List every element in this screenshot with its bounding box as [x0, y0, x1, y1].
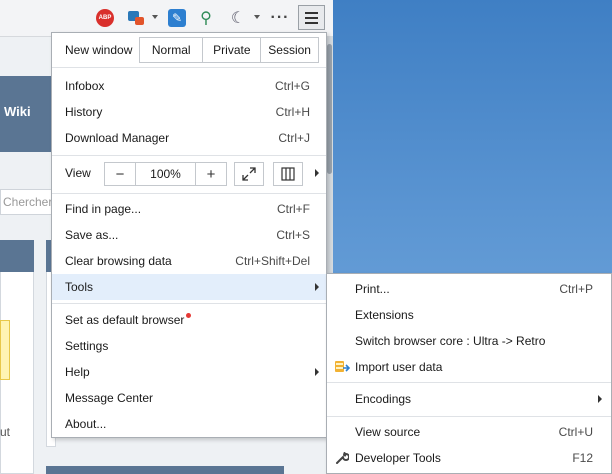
menu-item-save-as[interactable]: Save as... Ctrl+S — [52, 222, 326, 248]
import-data-icon — [334, 359, 350, 375]
new-window-label[interactable]: New window — [65, 43, 132, 57]
zoom-level: 100% — [135, 163, 196, 185]
menu-item-shortcut: Ctrl+J — [278, 131, 310, 145]
submenu-item-label: Import user data — [355, 360, 443, 374]
menu-divider — [52, 155, 326, 156]
view-submenu-arrow-icon[interactable] — [315, 169, 319, 177]
menu-item-label: Settings — [65, 339, 109, 353]
menu-item-message-center[interactable]: Message Center — [52, 385, 326, 411]
split-view-icon — [281, 167, 295, 181]
fullscreen-icon — [242, 167, 256, 181]
menu-item-about[interactable]: About... — [52, 411, 326, 437]
menu-item-shortcut: Ctrl+S — [276, 228, 310, 242]
menu-item-shortcut: Ctrl+H — [275, 105, 310, 119]
menu-item-history[interactable]: History Ctrl+H — [52, 99, 326, 125]
menu-item-settings[interactable]: Settings — [52, 333, 326, 359]
notification-dot-icon — [186, 313, 192, 318]
submenu-item-label: Print... — [355, 282, 390, 296]
wrench-icon — [334, 450, 350, 466]
menu-item-label: Infobox — [65, 79, 105, 93]
submenu-item-view-source[interactable]: View source Ctrl+U — [327, 419, 611, 445]
menu-divider — [52, 193, 326, 194]
menu-item-infobox[interactable]: Infobox Ctrl+G — [52, 73, 326, 99]
menu-divider — [327, 416, 611, 417]
submenu-item-shortcut: Ctrl+U — [558, 425, 593, 439]
menu-item-label: Tools — [65, 280, 94, 294]
submenu-item-shortcut: Ctrl+P — [559, 282, 593, 296]
fullscreen-button[interactable] — [234, 162, 264, 186]
menu-item-label: History — [65, 105, 103, 119]
feedback-icon[interactable] — [126, 8, 146, 28]
more-icon[interactable]: ··· — [270, 8, 290, 28]
submenu-item-label: Developer Tools — [355, 451, 441, 465]
menu-item-view: View − 100% + — [52, 160, 326, 186]
new-window-session-button[interactable]: Session — [260, 38, 318, 62]
menu-item-set-default-browser[interactable]: Set as default browser — [52, 307, 326, 333]
new-window-normal-button[interactable]: Normal — [140, 38, 202, 62]
menu-divider — [52, 303, 326, 304]
menu-item-label: Clear browsing data — [65, 254, 172, 268]
adblock-icon[interactable]: ABP — [96, 9, 114, 27]
night-mode-icon[interactable]: ☾ — [228, 8, 248, 28]
page-highlight-box — [0, 320, 10, 380]
page-card-header — [0, 240, 34, 272]
submenu-item-developer-tools[interactable]: Developer Tools F12 — [327, 445, 611, 471]
submenu-item-label: Switch browser core : Ultra -> Retro — [355, 334, 546, 348]
menu-item-shortcut: Ctrl+F — [277, 202, 310, 216]
tools-icon[interactable]: ✎ — [168, 9, 186, 27]
menu-item-clear-browsing-data[interactable]: Clear browsing data Ctrl+Shift+Del — [52, 248, 326, 274]
new-window-private-button[interactable]: Private — [202, 38, 260, 62]
submenu-item-shortcut: F12 — [572, 451, 593, 465]
submenu-item-switch-core[interactable]: Switch browser core : Ultra -> Retro — [327, 328, 611, 354]
submenu-arrow-icon — [598, 395, 602, 403]
menu-item-download-manager[interactable]: Download Manager Ctrl+J — [52, 125, 326, 151]
main-menu: New window Normal Private Session Infobo… — [51, 32, 327, 438]
submenu-item-label: View source — [355, 425, 421, 439]
split-view-button[interactable] — [273, 162, 303, 186]
page-search-input[interactable]: Chercher — [0, 189, 52, 215]
zoom-icon[interactable]: ⚲ — [196, 8, 216, 28]
page-card-header — [46, 466, 284, 474]
page-nav-tab-text: Wiki — [4, 104, 31, 119]
submenu-arrow-icon — [315, 368, 319, 376]
menu-item-help[interactable]: Help — [52, 359, 326, 385]
menu-item-label: Message Center — [65, 391, 154, 405]
menu-item-tools[interactable]: Tools — [52, 274, 326, 300]
adblock-label: ABP — [98, 15, 112, 21]
zoom-out-button[interactable]: − — [105, 163, 135, 185]
zoom-in-button[interactable]: + — [196, 163, 226, 185]
night-mode-dropdown-icon[interactable] — [254, 15, 260, 19]
submenu-item-label: Extensions — [355, 308, 414, 322]
hamburger-menu-icon[interactable] — [298, 5, 325, 30]
new-window-options: Normal Private Session — [139, 37, 319, 63]
feedback-dropdown-icon[interactable] — [152, 15, 158, 19]
menu-item-label: Find in page... — [65, 202, 142, 216]
menu-item-label: Set as default browser — [65, 313, 192, 327]
menu-divider — [327, 382, 611, 383]
submenu-item-print[interactable]: Print... Ctrl+P — [327, 276, 611, 302]
submenu-item-import-user-data[interactable]: Import user data — [327, 354, 611, 380]
menu-item-shortcut: Ctrl+G — [274, 79, 310, 93]
menu-item-find-in-page[interactable]: Find in page... Ctrl+F — [52, 196, 326, 222]
zoom-control: − 100% + — [104, 162, 227, 186]
menu-divider — [52, 67, 326, 68]
submenu-arrow-icon — [315, 283, 319, 291]
menu-item-label: Help — [65, 365, 90, 379]
menu-item-label: Save as... — [65, 228, 119, 242]
menu-item-label: Download Manager — [65, 131, 170, 145]
submenu-item-encodings[interactable]: Encodings — [327, 386, 611, 412]
page-scrollbar-thumb[interactable] — [327, 44, 332, 174]
submenu-item-extensions[interactable]: Extensions — [327, 302, 611, 328]
submenu-item-label: Encodings — [355, 392, 412, 406]
tools-submenu: Print... Ctrl+P Extensions Switch browse… — [326, 273, 612, 474]
menu-item-label: About... — [65, 417, 107, 431]
view-label: View — [65, 166, 91, 180]
menu-item-shortcut: Ctrl+Shift+Del — [235, 254, 310, 268]
page-text-fragment: ut — [0, 425, 11, 439]
